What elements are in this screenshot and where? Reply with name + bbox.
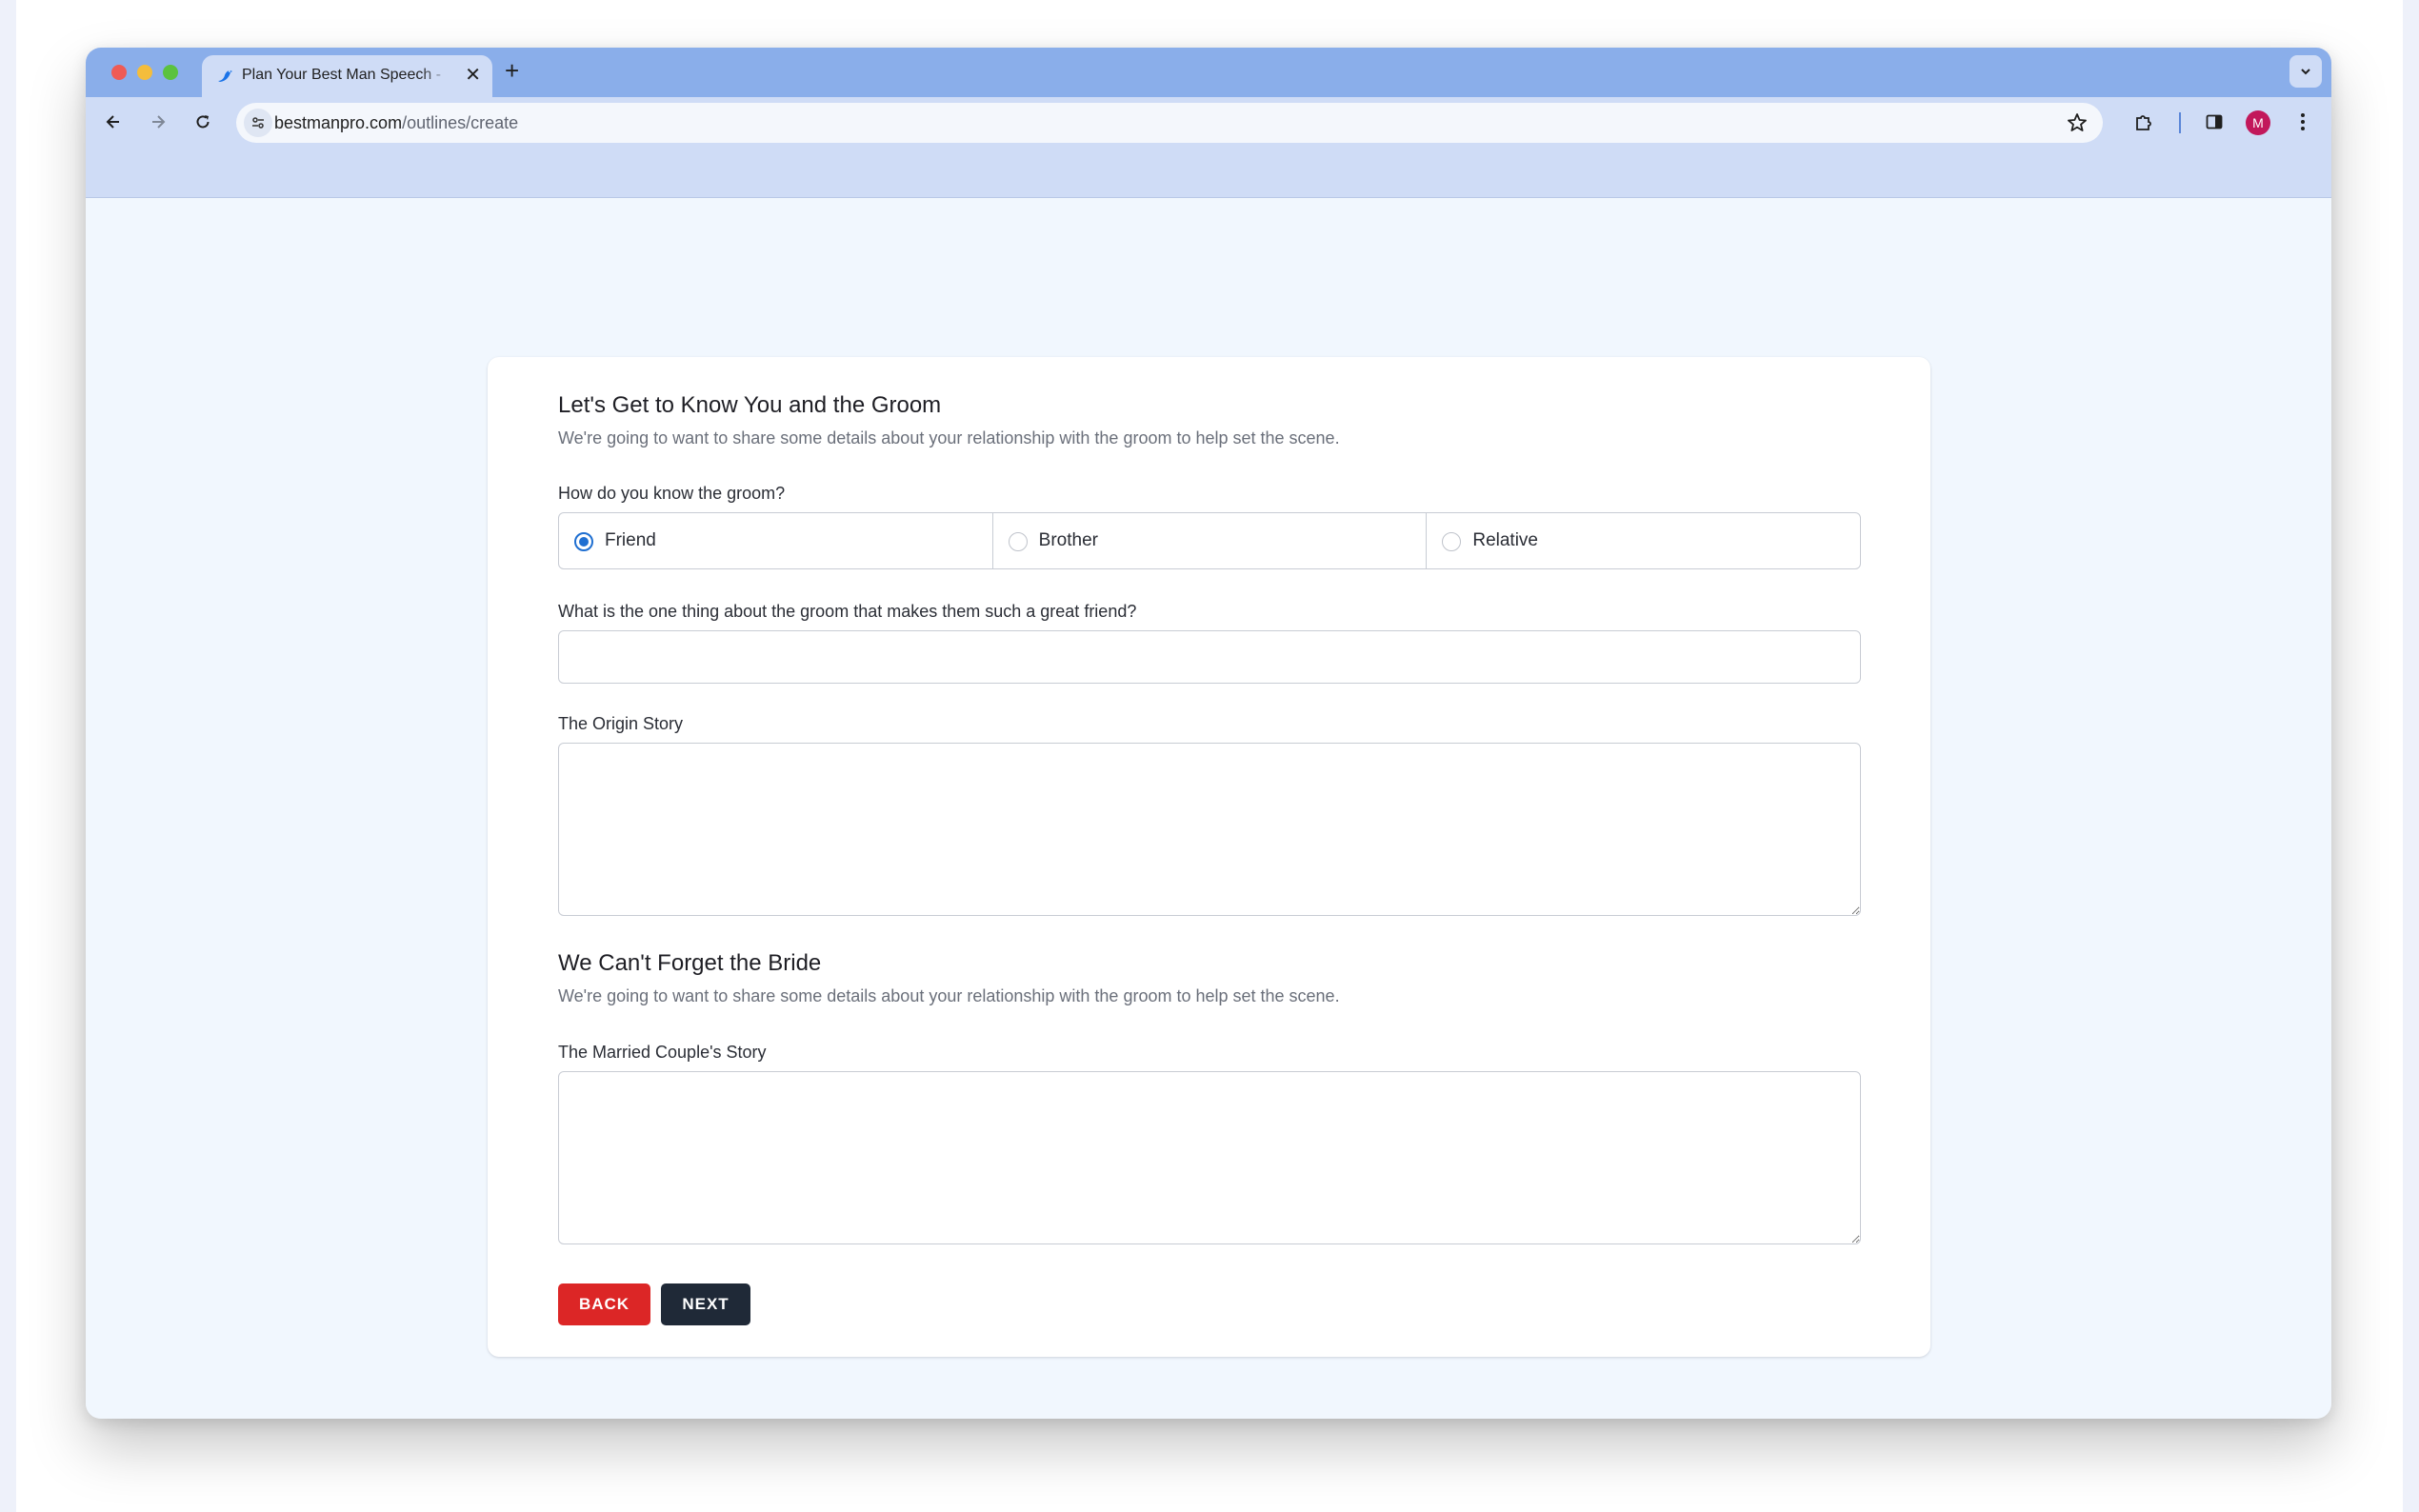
kebab-menu-icon[interactable] [2289,108,2317,136]
relationship-label: How do you know the groom? [558,484,786,503]
relationship-radio-group: Friend Brother Relative [558,512,1861,569]
tab-title: Plan Your Best Man Speech - [242,67,442,83]
section-subtitle-bride: We're going to want to share some detail… [558,986,1340,1005]
arrow-left-icon[interactable] [99,108,128,136]
radio-label-friend: Friend [605,530,656,550]
desktop-margin-right [2403,0,2419,1512]
new-tab-button[interactable]: + [505,58,519,83]
arrow-right-icon[interactable] [144,108,172,136]
back-button[interactable]: BACK [558,1283,650,1325]
bird-icon [215,67,234,86]
tab-close-icon[interactable]: ✕ [465,64,481,87]
tune-icon[interactable] [244,109,272,137]
radio-option-friend[interactable]: Friend [559,513,992,568]
tab-bar: Plan Your Best Man Speech - ✕ + [86,48,2331,97]
radio-button-brother[interactable] [1008,532,1028,551]
couple-story-textarea[interactable] [558,1071,1861,1244]
minimize-window-button[interactable] [137,65,152,80]
section-title-bride: We Can't Forget the Bride [558,950,822,976]
page-viewport: Let's Get to Know You and the Groom We'r… [86,198,2331,1419]
section-subtitle-groom: We're going to want to share some detail… [558,428,1340,448]
radio-label-brother: Brother [1038,530,1098,550]
maximize-window-button[interactable] [163,65,178,80]
tab-active[interactable]: Plan Your Best Man Speech - ✕ [202,55,492,97]
radio-option-relative[interactable]: Relative [1426,513,1860,568]
toolbar-separator [2179,112,2181,133]
origin-story-label: The Origin Story [558,714,684,733]
couple-story-label: The Married Couple's Story [558,1043,767,1062]
star-icon[interactable] [2067,109,2088,140]
close-window-button[interactable] [111,65,127,80]
radio-label-relative: Relative [1472,530,1538,550]
browser-toolbar: bestmanpro.com/outlines/create M [86,97,2331,147]
side-panel-icon[interactable] [2200,108,2229,136]
radio-option-brother[interactable]: Brother [991,513,1427,568]
url-path: /outlines/create [402,113,519,132]
address-bar[interactable]: bestmanpro.com/outlines/create [236,103,2103,143]
url-domain: bestmanpro.com [274,113,403,132]
radio-button-relative[interactable] [1442,532,1462,551]
url-text: bestmanpro.com/outlines/create [274,113,518,133]
browser-window: Plan Your Best Man Speech - ✕ + bestmanp… [86,48,2331,1419]
origin-story-textarea[interactable] [558,743,1861,916]
section-title-groom: Let's Get to Know You and the Groom [558,392,942,418]
tab-search-button[interactable] [2289,55,2322,88]
puzzle-icon[interactable] [2129,108,2158,136]
chevron-down-icon [2301,69,2310,75]
next-button[interactable]: NEXT [661,1283,750,1325]
bookmarks-bar [86,147,2331,198]
reload-icon[interactable] [189,108,217,136]
radio-button-friend[interactable] [574,532,593,551]
great-friend-label: What is the one thing about the groom th… [558,602,1137,621]
great-friend-input[interactable] [558,630,1861,684]
speech-outline-form-card: Let's Get to Know You and the Groom We'r… [488,357,1930,1357]
desktop-margin-left [0,0,16,1512]
profile-avatar[interactable]: M [2246,110,2270,135]
